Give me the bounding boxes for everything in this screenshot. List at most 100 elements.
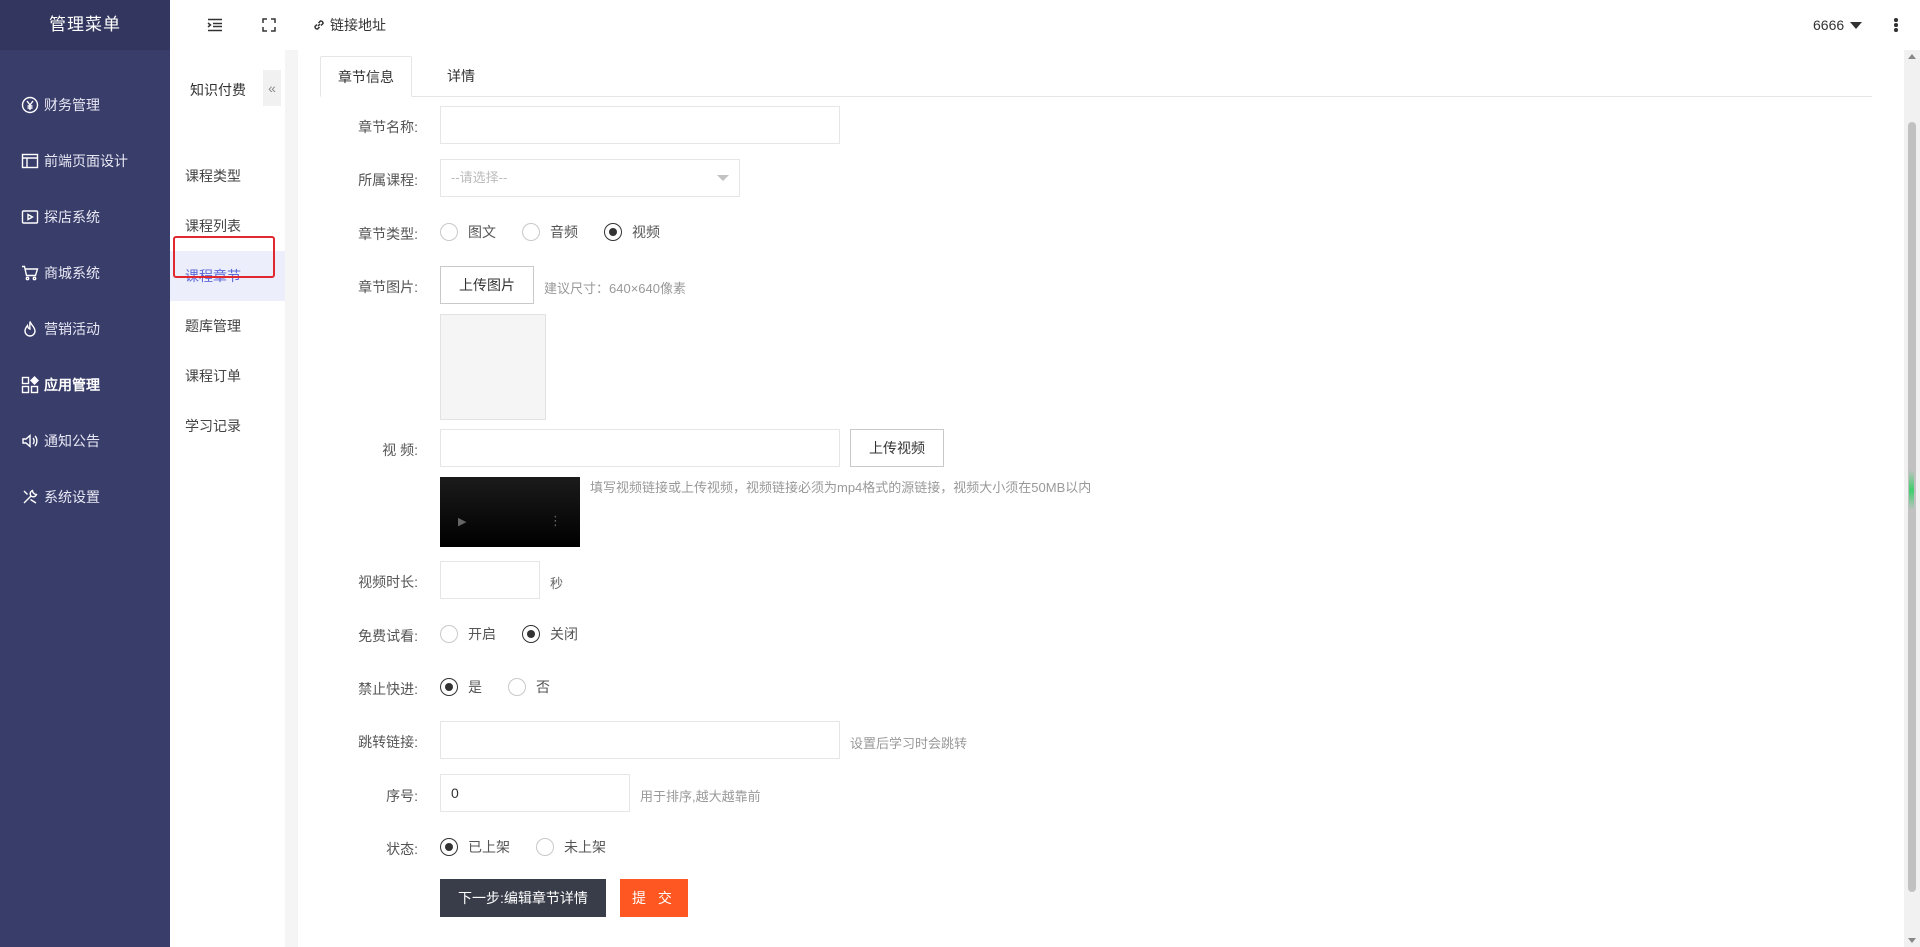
layout-icon	[20, 151, 40, 171]
no-fast-forward-radio-no[interactable]: 否	[508, 677, 550, 697]
jump-link-input[interactable]	[440, 721, 840, 759]
sidebar-item-frontend-design[interactable]: 前端页面设计	[0, 133, 170, 189]
tools-icon	[20, 487, 40, 507]
sort-hint: 用于排序,越大越靠前	[640, 789, 761, 804]
status-radio-unlisted[interactable]: 未上架	[536, 837, 606, 857]
collapse-button[interactable]: «	[263, 70, 281, 106]
sidebar-item-apps[interactable]: 应用管理	[0, 357, 170, 413]
chapter-name-label: 章节名称:	[358, 119, 418, 135]
sidebar-item-finance[interactable]: 财务管理	[0, 77, 170, 133]
page-scrollbar[interactable]	[1904, 50, 1920, 947]
subnav-item-study-records[interactable]: 学习记录	[170, 401, 285, 451]
chapter-type-radio-video[interactable]: 视频	[604, 222, 660, 242]
sidebar-item-label: 探店系统	[44, 209, 100, 225]
fullscreen-button[interactable]	[254, 0, 284, 50]
status-radio-listed[interactable]: 已上架	[440, 837, 510, 857]
scroll-up-icon[interactable]	[1908, 54, 1916, 59]
jump-link-label: 跳转链接:	[358, 734, 418, 750]
subnav-item-course-types[interactable]: 课程类型	[170, 151, 285, 201]
cart-icon	[20, 263, 40, 283]
sidebar-item-label: 前端页面设计	[44, 153, 128, 169]
radio-checked-icon	[522, 625, 540, 643]
link-address-button[interactable]: 链接地址	[312, 0, 386, 50]
double-chevron-left-icon: «	[268, 80, 276, 96]
radio-label: 否	[536, 679, 550, 695]
sidebar-item-label: 系统设置	[44, 489, 100, 505]
fullscreen-icon	[262, 18, 276, 32]
radio-checked-icon	[440, 678, 458, 696]
video-hint: 填写视频链接或上传视频，视频链接必须为mp4格式的源链接，视频大小须在50MB以…	[590, 480, 1092, 495]
radio-checked-icon	[440, 838, 458, 856]
jump-link-hint: 设置后学习时会跳转	[850, 736, 968, 751]
chevron-down-icon	[717, 175, 729, 181]
chapter-type-radio-text[interactable]: 图文	[440, 222, 496, 242]
menu-toggle-button[interactable]	[200, 0, 230, 50]
sidebar-item-label: 商城系统	[44, 265, 100, 281]
sidebar-item-store-visit[interactable]: 探店系统	[0, 189, 170, 245]
radio-icon	[508, 678, 526, 696]
radio-label: 音频	[550, 224, 578, 240]
radio-icon	[440, 625, 458, 643]
chapter-type-label: 章节类型:	[358, 226, 418, 242]
speaker-icon	[20, 431, 40, 451]
subnav-title: 知识付费	[190, 82, 246, 98]
course-select[interactable]: --请选择--	[440, 159, 740, 197]
duration-label: 视频时长:	[358, 574, 418, 590]
upload-image-button[interactable]: 上传图片	[440, 266, 534, 304]
course-label: 所属课程:	[358, 172, 418, 188]
content-gutter	[285, 50, 298, 947]
sidebar-item-mall[interactable]: 商城系统	[0, 245, 170, 301]
more-vertical-icon: ⋮	[549, 513, 562, 528]
tab-details[interactable]: 详情	[426, 56, 496, 96]
chapter-name-input[interactable]	[440, 106, 840, 144]
radio-label: 未上架	[564, 839, 606, 855]
sort-input[interactable]	[440, 774, 630, 812]
sidebar-item-marketing[interactable]: 营销活动	[0, 301, 170, 357]
radio-icon	[522, 223, 540, 241]
main-sidebar: 管理菜单 财务管理 前端页面设计 探店系统 商城系统 营销活动 应用管理 通知公…	[0, 0, 170, 947]
video-preview[interactable]: ▶ ⋮	[440, 477, 580, 547]
no-fast-forward-radio-yes[interactable]: 是	[440, 677, 482, 697]
free-trial-radio-on[interactable]: 开启	[440, 624, 496, 644]
duration-input[interactable]	[440, 561, 540, 599]
sidebar-item-label: 营销活动	[44, 321, 100, 337]
play-icon: ▶	[458, 516, 467, 528]
video-url-input[interactable]	[440, 429, 840, 467]
subnav-item-course-orders[interactable]: 课程订单	[170, 351, 285, 401]
sidebar-item-settings[interactable]: 系统设置	[0, 469, 170, 525]
top-header: 链接地址 6666	[170, 0, 1920, 51]
subnav-item-question-bank[interactable]: 题库管理	[170, 301, 285, 351]
link-address-label: 链接地址	[330, 17, 386, 33]
user-menu[interactable]: 6666	[1813, 0, 1863, 50]
sidebar-brand: 管理菜单	[0, 0, 170, 50]
apps-icon	[20, 375, 40, 395]
radio-icon	[536, 838, 554, 856]
scroll-down-icon[interactable]	[1908, 938, 1916, 943]
radio-checked-icon	[604, 223, 622, 241]
more-options-button[interactable]	[1884, 0, 1908, 50]
indent-icon	[207, 18, 222, 32]
radio-label: 已上架	[468, 839, 510, 855]
radio-label: 图文	[468, 224, 496, 240]
submit-button[interactable]: 提 交	[620, 879, 688, 917]
free-trial-radio-off[interactable]: 关闭	[522, 624, 578, 644]
video-label: 视 频:	[382, 442, 418, 458]
sidebar-item-notice[interactable]: 通知公告	[0, 413, 170, 469]
sidebar-item-label: 应用管理	[44, 377, 100, 393]
status-label: 状态:	[386, 841, 418, 857]
sidebar-item-label: 通知公告	[44, 433, 100, 449]
more-vertical-icon	[1894, 18, 1898, 32]
chapter-type-radio-audio[interactable]: 音频	[522, 222, 578, 242]
radio-label: 关闭	[550, 626, 578, 642]
no-fast-forward-label: 禁止快进:	[358, 681, 418, 697]
course-select-placeholder: --请选择--	[451, 170, 508, 185]
sort-label: 序号:	[386, 788, 418, 804]
tab-chapter-info[interactable]: 章节信息	[320, 56, 412, 97]
upload-video-button[interactable]: 上传视频	[850, 429, 944, 467]
chevron-down-icon	[1850, 21, 1863, 29]
secondary-sidebar: 知识付费 « 课程类型 课程列表 课程章节 题库管理 课程订单 学习记录	[170, 50, 285, 947]
sidebar-item-label: 财务管理	[44, 97, 100, 113]
next-edit-details-button[interactable]: 下一步:编辑章节详情	[440, 879, 606, 917]
radio-label: 开启	[468, 626, 496, 642]
image-size-hint: 建议尺寸：640×640像素	[544, 281, 686, 296]
